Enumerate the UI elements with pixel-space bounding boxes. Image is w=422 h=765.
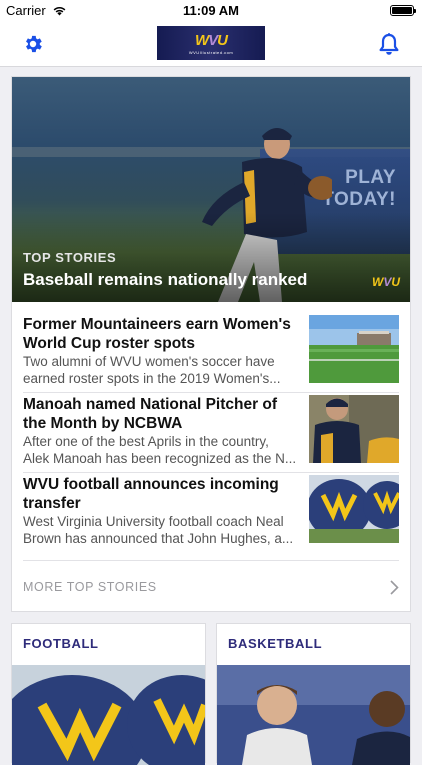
- hero-title: Baseball remains nationally ranked: [23, 270, 308, 289]
- top-stories-card: PLAY TODAY! TOP STORIES Baseball remains …: [11, 76, 411, 612]
- story-title: Former Mountaineers earn Women's World C…: [23, 316, 291, 352]
- status-bar: Carrier 11:09 AM: [0, 0, 422, 22]
- section-image: [12, 665, 205, 765]
- logo-subtitle: WVUIllustrated.com: [188, 49, 234, 55]
- story-item[interactable]: Manoah named National Pitcher of the Mon…: [23, 395, 400, 466]
- chevron-right-icon: [390, 579, 399, 595]
- gear-icon: [26, 35, 42, 53]
- nav-bar: WVU WVUIllustrated.com: [0, 22, 422, 67]
- logo-mark: WVU: [194, 31, 228, 49]
- story-item[interactable]: WVU football announces incoming transfer…: [23, 475, 400, 546]
- story-thumbnail: [309, 315, 399, 383]
- more-top-stories-link[interactable]: MORE TOP STORIES: [23, 574, 399, 600]
- story-thumbnail: [309, 395, 399, 463]
- section-card-football[interactable]: FOOTBALL: [11, 623, 206, 765]
- hero-kicker: TOP STORIES: [23, 250, 117, 265]
- app-logo: WVU WVUIllustrated.com: [157, 26, 265, 60]
- battery-icon: [390, 5, 416, 16]
- hero-logo-badge: WVU: [372, 275, 401, 289]
- hero-story[interactable]: PLAY TODAY! TOP STORIES Baseball remains …: [12, 77, 410, 302]
- story-divider: [23, 472, 399, 473]
- status-time: 11:09 AM: [183, 3, 239, 18]
- story-divider: [23, 392, 399, 393]
- story-title: Manoah named National Pitcher of the Mon…: [23, 396, 278, 432]
- story-thumbnail: [309, 475, 399, 543]
- more-divider: [23, 560, 399, 561]
- section-card-basketball[interactable]: BASKETBALL: [216, 623, 411, 765]
- bell-icon: [379, 33, 399, 55]
- story-description: After one of the best Aprils in the coun…: [23, 434, 297, 466]
- more-top-stories-label: MORE TOP STORIES: [23, 580, 157, 594]
- story-title: WVU football announces incoming transfer: [23, 476, 279, 512]
- notifications-button[interactable]: [374, 29, 404, 59]
- hero-billboard-text: PLAY TODAY!: [322, 167, 396, 210]
- section-title: FOOTBALL: [23, 636, 99, 651]
- story-description: West Virginia University football coach …: [23, 514, 294, 546]
- section-title: BASKETBALL: [228, 636, 323, 651]
- story-item[interactable]: Former Mountaineers earn Women's World C…: [23, 315, 400, 386]
- settings-button[interactable]: [18, 29, 48, 59]
- story-description: Two alumni of WVU women's soccer have ea…: [23, 354, 281, 386]
- section-image: [217, 665, 410, 765]
